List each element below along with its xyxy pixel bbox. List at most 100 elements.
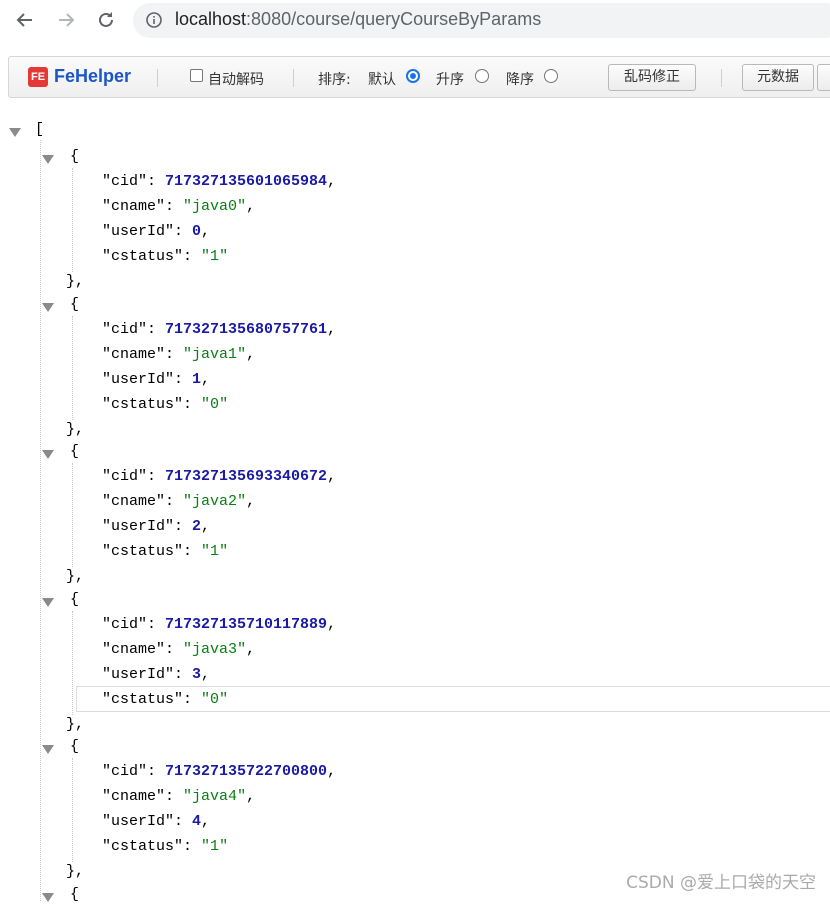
metadata-button[interactable]: 元数据 xyxy=(742,64,814,91)
watermark: CSDN @爱上口袋的天空 xyxy=(626,873,816,893)
json-property-cid[interactable]: "cid": 717327135722700800, xyxy=(102,761,336,783)
json-property-userId[interactable]: "userId": 0, xyxy=(102,221,210,243)
sort-default-label[interactable]: 默认 xyxy=(368,69,396,89)
value-text: 4 xyxy=(192,813,202,830)
json-value-cid[interactable]: 717327135693340672 xyxy=(165,468,327,485)
json-property-cname[interactable]: "cname": "java4", xyxy=(102,786,255,808)
json-value-cname[interactable]: "java1" xyxy=(183,346,246,363)
sort-label: 排序: xyxy=(318,72,351,88)
more-button[interactable] xyxy=(817,64,830,91)
reload-icon[interactable] xyxy=(92,6,120,34)
json-property-cstatus[interactable]: "cstatus": "1" xyxy=(102,246,228,268)
json-value-cname[interactable]: "java3" xyxy=(183,641,246,658)
json-key: "cstatus" xyxy=(102,248,184,265)
collapse-toggle-icon[interactable] xyxy=(42,155,54,164)
json-key: "userId" xyxy=(102,223,175,240)
sort-asc-label[interactable]: 升序 xyxy=(436,69,464,89)
json-property-cid[interactable]: "cid": 717327135680757761, xyxy=(102,319,336,341)
json-property-cstatus[interactable]: "cstatus": "0" xyxy=(102,689,228,711)
auto-decode-label[interactable]: 自动解码 xyxy=(208,69,264,89)
json-property-userId[interactable]: "userId": 3, xyxy=(102,664,210,686)
back-arrow-icon[interactable] xyxy=(11,6,39,34)
fix-garbled-button[interactable]: 乱码修正 xyxy=(608,64,696,91)
json-property-cname[interactable]: "cname": "java2", xyxy=(102,491,255,513)
fehelper-title[interactable]: FeHelper xyxy=(54,66,131,87)
sort-desc-label[interactable]: 降序 xyxy=(506,69,534,89)
sort-asc-radio[interactable] xyxy=(475,69,489,83)
url-text[interactable]: localhost:8080/course/queryCourseByParam… xyxy=(175,9,541,30)
object-open-brace: { xyxy=(70,148,80,165)
json-key: "userId" xyxy=(102,370,175,388)
indent-guide xyxy=(72,610,73,715)
collapse-toggle-icon[interactable] xyxy=(42,302,54,312)
value-text: java2 xyxy=(192,493,238,510)
json-viewer: [ {"cid": 717327135601065984, "cname": "j… xyxy=(0,112,830,903)
browser-toolbar: localhost:8080/course/queryCourseByParam… xyxy=(0,0,830,42)
json-value-userId[interactable]: 4 xyxy=(192,813,201,830)
json-value-cid[interactable]: 717327135710117889 xyxy=(165,616,327,633)
json-property-cstatus[interactable]: "cstatus": "1" xyxy=(102,836,228,858)
object-close-brace: }, xyxy=(66,568,85,585)
value-text: java1 xyxy=(192,345,238,363)
json-value-cname[interactable]: "java4" xyxy=(183,788,246,805)
json-value-cid[interactable]: 717327135680757761 xyxy=(165,321,327,338)
json-key: "cname" xyxy=(102,788,166,805)
collapse-toggle-icon[interactable] xyxy=(42,450,54,459)
json-key: "cname" xyxy=(102,345,166,363)
value-text: 717327135693340672 xyxy=(165,468,328,485)
json-value-cid[interactable]: 717327135722700800 xyxy=(165,763,327,780)
info-icon[interactable] xyxy=(146,12,162,32)
collapse-toggle-icon[interactable] xyxy=(42,892,54,902)
json-property-userId[interactable]: "userId": 1, xyxy=(102,369,210,391)
json-value-cstatus[interactable]: "0" xyxy=(201,691,228,708)
value-text: 1 xyxy=(210,248,220,265)
json-property-cid[interactable]: "cid": 717327135601065984, xyxy=(102,171,336,193)
collapse-toggle-icon[interactable] xyxy=(42,597,54,607)
json-value-cname[interactable]: "java0" xyxy=(183,198,246,215)
json-value-cid[interactable]: 717327135601065984 xyxy=(165,173,327,190)
address-bar[interactable]: localhost:8080/course/queryCourseByParam… xyxy=(133,3,830,38)
object-open-brace: { xyxy=(70,738,80,755)
sort-desc-radio[interactable] xyxy=(544,69,558,83)
json-value-cstatus[interactable]: "1" xyxy=(201,248,228,265)
json-value-userId[interactable]: 0 xyxy=(192,223,201,240)
sort-default-radio[interactable] xyxy=(406,69,420,83)
json-value-cstatus[interactable]: "1" xyxy=(201,838,228,855)
json-property-cname[interactable]: "cname": "java1", xyxy=(102,344,255,366)
json-value-userId[interactable]: 1 xyxy=(192,371,201,388)
value-text: 3 xyxy=(192,665,202,683)
divider xyxy=(293,69,294,87)
json-key: "cstatus" xyxy=(102,543,184,560)
json-property-cname[interactable]: "cname": "java0", xyxy=(102,196,255,218)
json-key: "userId" xyxy=(102,665,175,683)
object-open-brace: { xyxy=(70,885,80,903)
json-property-userId[interactable]: "userId": 4, xyxy=(102,811,210,833)
json-key: "cid" xyxy=(102,173,148,190)
json-key: "cstatus" xyxy=(102,690,184,708)
json-property-userId[interactable]: "userId": 2, xyxy=(102,516,210,538)
json-property-cname[interactable]: "cname": "java3", xyxy=(102,639,255,661)
forward-arrow-icon[interactable] xyxy=(52,6,80,34)
value-text: java3 xyxy=(192,640,238,658)
json-value-cstatus[interactable]: "0" xyxy=(201,396,228,413)
collapse-toggle-icon[interactable] xyxy=(9,128,21,137)
json-value-userId[interactable]: 2 xyxy=(192,518,201,535)
value-text: 0 xyxy=(192,223,202,240)
json-key: "cid" xyxy=(102,320,148,338)
url-host: localhost xyxy=(175,9,247,29)
json-value-userId[interactable]: 3 xyxy=(192,666,201,683)
indent-guide xyxy=(72,315,73,420)
json-property-cstatus[interactable]: "cstatus": "0" xyxy=(102,394,228,416)
object-open-brace: { xyxy=(70,295,80,313)
json-property-cid[interactable]: "cid": 717327135693340672, xyxy=(102,466,336,488)
collapse-toggle-icon[interactable] xyxy=(42,745,54,754)
indent-guide xyxy=(40,140,41,901)
json-key: "cname" xyxy=(102,640,166,658)
auto-decode-checkbox[interactable] xyxy=(190,69,203,82)
json-property-cstatus[interactable]: "cstatus": "1" xyxy=(102,541,228,563)
indent-guide xyxy=(72,463,73,567)
url-path: :8080/course/queryCourseByParams xyxy=(246,9,542,29)
json-value-cstatus[interactable]: "1" xyxy=(201,543,228,560)
json-value-cname[interactable]: "java2" xyxy=(183,493,246,510)
json-property-cid[interactable]: "cid": 717327135710117889, xyxy=(102,614,336,636)
